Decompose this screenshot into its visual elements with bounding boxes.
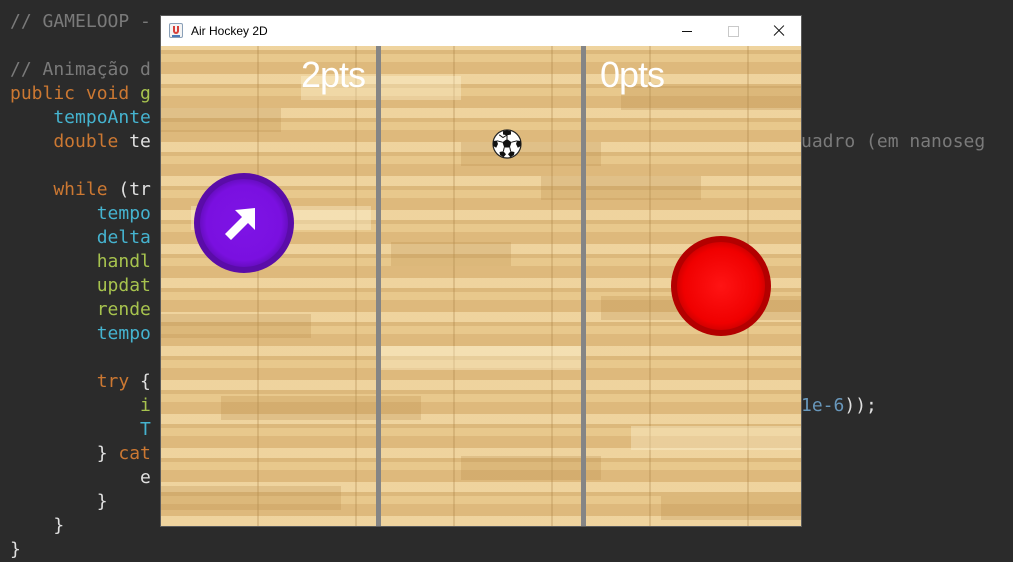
left-paddle[interactable] (194, 173, 294, 273)
left-divider-line (376, 46, 381, 526)
right-divider-line (581, 46, 586, 526)
floor-plank (541, 176, 701, 200)
code-token: try (10, 371, 141, 392)
code-token: public void (10, 83, 141, 104)
code-token: while (10, 179, 119, 200)
code-line: } (10, 514, 64, 538)
code-line: e (10, 466, 151, 490)
code-line: // GAMELOOP - (10, 10, 151, 34)
code-line: handl (10, 250, 151, 274)
close-icon (773, 25, 785, 37)
floor-plank (461, 142, 601, 166)
code-token: double (10, 131, 130, 152)
code-token: // Animação d (10, 59, 151, 80)
floor-plank (391, 242, 511, 266)
code-token: rende (10, 299, 151, 320)
code-line: } (10, 538, 21, 562)
code-token: tempo (10, 203, 151, 224)
score-right: 0pts (600, 54, 665, 95)
code-token: delta (10, 227, 151, 248)
code-token: e (10, 467, 151, 488)
floor-plank (161, 108, 281, 132)
floor-plank (661, 496, 801, 520)
code-line: tempo (10, 202, 151, 226)
code-token: } (10, 443, 119, 464)
code-line: uadro (em nanoseg (801, 130, 985, 154)
code-token: cat (118, 443, 151, 464)
code-token: } (10, 491, 108, 512)
floor-plank (381, 346, 581, 370)
code-token: 1e-6 (801, 395, 845, 416)
code-token: te (129, 131, 151, 152)
maximize-icon (727, 25, 739, 37)
code-token: handl (10, 251, 151, 272)
code-line: i (10, 394, 151, 418)
floor-plank (631, 426, 801, 450)
score-left: 2pts (301, 54, 366, 95)
code-line: updat (10, 274, 151, 298)
code-line: } cat (10, 442, 151, 466)
code-line: public void g (10, 82, 151, 106)
code-line: tempo (10, 322, 151, 346)
window-title: Air Hockey 2D (191, 24, 268, 38)
code-token: (tr (118, 179, 151, 200)
game-window: Air Hockey 2D 2pts 0pts (161, 16, 801, 526)
code-token: uadro (em nanoseg (801, 131, 986, 152)
code-token: tempoAnte (10, 107, 151, 128)
close-button[interactable] (756, 16, 802, 46)
floor-plank (461, 456, 601, 480)
right-paddle[interactable] (671, 236, 771, 336)
code-line: tempoAnte (10, 106, 151, 130)
code-line: delta (10, 226, 151, 250)
code-token: g (140, 83, 151, 104)
maximize-button[interactable] (710, 16, 756, 46)
game-canvas[interactable]: 2pts 0pts (161, 46, 801, 526)
code-line: 1e-6)); (801, 394, 877, 418)
code-line: rende (10, 298, 151, 322)
title-bar[interactable]: Air Hockey 2D (161, 16, 801, 46)
code-token: { (140, 371, 151, 392)
soccer-ball (492, 129, 522, 159)
java-app-icon (169, 23, 183, 38)
code-line: while (tr (10, 178, 151, 202)
code-token: } (10, 539, 21, 560)
code-line: try { (10, 370, 151, 394)
code-token: } (10, 515, 65, 536)
code-token: updat (10, 275, 151, 296)
floor-plank (161, 486, 341, 510)
arrow-up-right-icon (225, 208, 255, 240)
code-token: T (10, 419, 151, 440)
floor-plank (221, 396, 421, 420)
code-line: // Animação d (10, 58, 151, 82)
code-line: } (10, 490, 108, 514)
code-token: )); (844, 395, 877, 416)
floor-plank (161, 314, 311, 338)
minimize-button[interactable] (664, 16, 710, 46)
code-token: i (10, 395, 151, 416)
minimize-icon (682, 30, 692, 32)
code-token: tempo (10, 323, 151, 344)
code-token: // GAMELOOP - (10, 11, 151, 32)
code-line: T (10, 418, 151, 442)
code-line: double te (10, 130, 151, 154)
